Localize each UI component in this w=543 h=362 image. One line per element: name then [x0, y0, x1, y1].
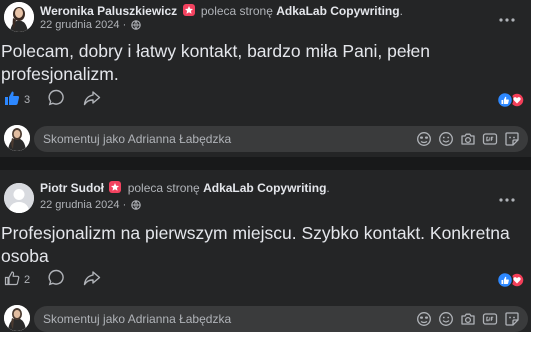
author-name[interactable]: Weronika Paluszkiewicz [40, 4, 177, 18]
comment-icon [48, 269, 65, 291]
post-actions: 2 [4, 269, 119, 291]
like-icon [4, 90, 20, 111]
sticker-icon[interactable] [504, 311, 520, 327]
emoji-icon[interactable] [438, 311, 454, 327]
comment-input[interactable]: Skomentuj jako Adrianna Łabędzka [34, 126, 528, 152]
like-count: 3 [24, 94, 31, 106]
post-date[interactable]: 22 grudnia 2024 [40, 19, 120, 31]
post-actions: 3 [4, 89, 119, 111]
reaction-summary[interactable] [496, 271, 525, 289]
like-count: 2 [24, 274, 31, 286]
action-text: poleca stronę [127, 181, 200, 195]
post-meta: 22 grudnia 2024 · [40, 199, 142, 213]
page-name[interactable]: AdkaLab Copywriting [276, 4, 399, 18]
globe-icon [131, 200, 142, 213]
post-meta: 22 grudnia 2024 · [40, 19, 142, 33]
recommend-icon [109, 181, 122, 193]
author-name[interactable]: Piotr Sudoł [40, 181, 104, 195]
like-button[interactable]: 3 [4, 90, 30, 111]
comment-composer: Skomentuj jako Adrianna Łabędzka [2, 125, 529, 153]
gif-icon[interactable] [482, 311, 498, 327]
reaction-summary[interactable] [496, 91, 525, 109]
gif-icon[interactable] [482, 131, 498, 147]
comment-composer: Skomentuj jako Adrianna Łabędzka [2, 305, 529, 333]
post-date[interactable]: 22 grudnia 2024 [40, 199, 120, 211]
more-icon[interactable] [497, 10, 517, 24]
like-button[interactable]: 2 [4, 270, 30, 291]
comment-button[interactable] [48, 89, 65, 111]
post-text: Profesjonalizm na pierwszym miejscu. Szy… [1, 223, 510, 266]
recommend-icon [182, 4, 195, 16]
comment-tools [410, 311, 520, 327]
action-text: poleca stronę [200, 4, 273, 18]
comment-icon [48, 89, 65, 111]
share-icon [83, 90, 101, 111]
comment-tools [410, 131, 520, 147]
sticker-icon[interactable] [504, 131, 520, 147]
avatar[interactable] [4, 125, 30, 151]
post-card: Piotr Sudoł poleca stronę AdkaLab Copywr… [0, 170, 531, 332]
comment-input[interactable]: Skomentuj jako Adrianna Łabędzka [34, 306, 528, 332]
emoji-icon[interactable] [438, 131, 454, 147]
feed-divider [0, 157, 531, 170]
share-icon [83, 270, 101, 291]
camera-icon[interactable] [460, 311, 476, 327]
share-button[interactable] [83, 90, 101, 111]
globe-icon [131, 20, 142, 33]
camera-icon[interactable] [460, 131, 476, 147]
avatar[interactable] [4, 2, 34, 32]
post-header: Piotr Sudoł poleca stronę AdkaLab Copywr… [40, 181, 330, 195]
page-name[interactable]: AdkaLab Copywriting [203, 181, 326, 195]
avatar-icon[interactable] [416, 311, 432, 327]
post-card: Weronika Paluszkiewicz poleca stronę Adk… [0, 0, 531, 157]
avatar[interactable] [4, 183, 34, 213]
more-icon[interactable] [497, 190, 517, 204]
like-icon [4, 270, 20, 291]
post-text: Polecam, dobry i łatwy kontakt, bardzo m… [1, 41, 430, 84]
comment-button[interactable] [48, 269, 65, 291]
comment-placeholder: Skomentuj jako Adrianna Łabędzka [43, 132, 232, 146]
share-button[interactable] [83, 270, 101, 291]
post-header: Weronika Paluszkiewicz poleca stronę Adk… [40, 4, 403, 18]
avatar-icon[interactable] [416, 131, 432, 147]
comment-placeholder: Skomentuj jako Adrianna Łabędzka [43, 312, 232, 326]
avatar[interactable] [4, 305, 30, 331]
